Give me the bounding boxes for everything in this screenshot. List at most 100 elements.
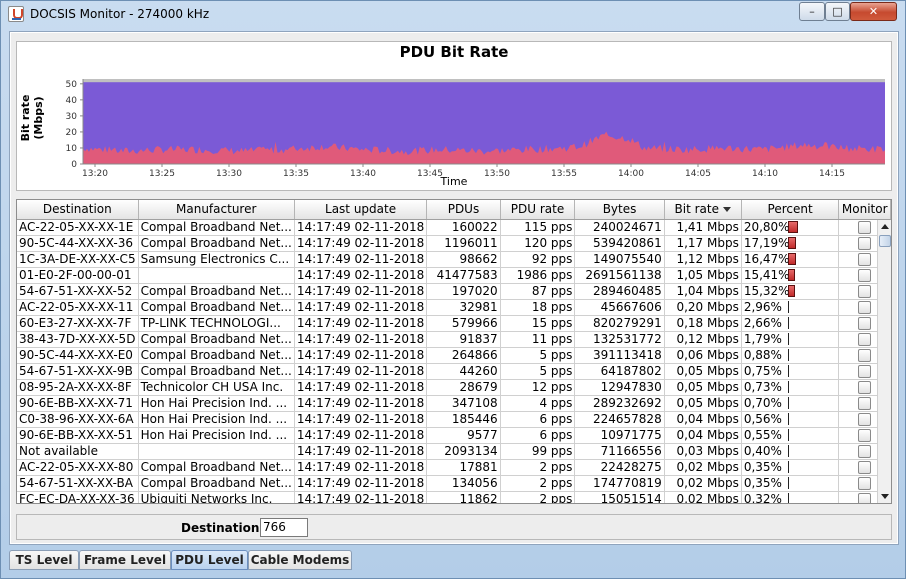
- table-row[interactable]: AC-22-05-XX-XX-80 Compal Broadband Net...…: [17, 459, 891, 476]
- monitor-checkbox[interactable]: [858, 220, 872, 234]
- tab-pdu-level[interactable]: PDU Level: [171, 550, 248, 570]
- monitor-checkbox[interactable]: [858, 284, 872, 298]
- cell-manufacturer: [138, 267, 295, 284]
- table-row[interactable]: AC-22-05-XX-XX-1E Compal Broadband Net...…: [17, 219, 891, 236]
- percent-bar: [787, 349, 789, 361]
- cell-percent: 0,56%: [741, 411, 840, 428]
- table-row[interactable]: 90-5C-44-XX-XX-36 Compal Broadband Net...…: [17, 235, 891, 252]
- tab-frame-level[interactable]: Frame Level: [79, 550, 171, 570]
- scroll-down-arrow-icon[interactable]: [878, 490, 891, 503]
- monitor-checkbox[interactable]: [858, 396, 872, 410]
- tab-cable-modems[interactable]: Cable Modems: [248, 550, 352, 570]
- monitor-checkbox[interactable]: [858, 460, 872, 474]
- table-row[interactable]: 1C-3A-DE-XX-XX-C5 Samsung Electronics C..…: [17, 251, 891, 268]
- cell-pdus: 197020: [426, 283, 501, 300]
- cell-manufacturer: Samsung Electronics C...: [138, 251, 295, 268]
- column-header-last-update[interactable]: Last update: [294, 200, 428, 220]
- cell-bit-rate: 0,05 Mbps: [664, 379, 742, 396]
- monitor-checkbox[interactable]: [858, 348, 872, 362]
- table-row[interactable]: 60-E3-27-XX-XX-7F TP-LINK TECHNOLOGI... 14…: [17, 315, 891, 332]
- cell-bytes: 45667606: [574, 299, 665, 316]
- column-header-bytes[interactable]: Bytes: [574, 200, 665, 220]
- monitor-checkbox[interactable]: [858, 300, 872, 314]
- monitor-checkbox[interactable]: [858, 444, 872, 458]
- cell-bit-rate: 1,17 Mbps: [664, 235, 742, 252]
- cell-bytes: 2691561138: [574, 267, 665, 284]
- vertical-scrollbar[interactable]: [877, 220, 891, 503]
- cell-manufacturer: Compal Broadband Net...: [138, 363, 295, 380]
- table-row[interactable]: AC-22-05-XX-XX-11 Compal Broadband Net...…: [17, 299, 891, 316]
- column-header-label: Monitor: [841, 202, 888, 217]
- monitor-checkbox[interactable]: [858, 332, 872, 346]
- column-header-percent[interactable]: Percent: [741, 200, 840, 220]
- monitor-checkbox[interactable]: [858, 428, 872, 442]
- cell-last-update: 14:17:49 02-11-2018: [294, 475, 428, 492]
- monitor-checkbox[interactable]: [858, 476, 872, 490]
- cell-last-update: 14:17:49 02-11-2018: [294, 235, 428, 252]
- table-row[interactable]: C0-38-96-XX-XX-6A Hon Hai Precision Ind. …: [17, 411, 891, 428]
- table-body: AC-22-05-XX-XX-1E Compal Broadband Net...…: [17, 219, 891, 503]
- percent-value: 0,55%: [743, 427, 782, 442]
- column-header-label: Bytes: [602, 202, 637, 217]
- cell-pdu-rate: 92 pps: [500, 251, 576, 268]
- cell-last-update: 14:17:49 02-11-2018: [294, 411, 428, 428]
- column-header-bit-rate[interactable]: Bit rate: [664, 200, 742, 220]
- percent-value: 15,32%: [743, 283, 790, 298]
- cell-pdus: 98662: [426, 251, 501, 268]
- percent-value: 0,56%: [743, 411, 782, 426]
- monitor-checkbox[interactable]: [858, 412, 872, 426]
- monitor-checkbox[interactable]: [858, 252, 872, 266]
- cell-last-update: 14:17:49 02-11-2018: [294, 283, 428, 300]
- table-row[interactable]: 54-67-51-XX-XX-BA Compal Broadband Net...…: [17, 475, 891, 492]
- cell-bytes: 240024671: [574, 219, 665, 236]
- cell-bit-rate: 0,02 Mbps: [664, 459, 742, 476]
- chart-title: PDU Bit Rate: [399, 43, 509, 61]
- destinations-label: Destinations:: [181, 521, 272, 535]
- table-row[interactable]: 54-67-51-XX-XX-52 Compal Broadband Net...…: [17, 283, 891, 300]
- table-row[interactable]: 38-43-7D-XX-XX-5D Compal Broadband Net...…: [17, 331, 891, 348]
- y-tick-label: 50: [66, 80, 78, 90]
- cell-destination: AC-22-05-XX-XX-1E: [17, 219, 139, 236]
- cell-last-update: 14:17:49 02-11-2018: [294, 315, 428, 332]
- table-row[interactable]: 90-6E-BB-XX-XX-51 Hon Hai Precision Ind. …: [17, 427, 891, 444]
- monitor-checkbox[interactable]: [858, 316, 872, 330]
- monitor-checkbox[interactable]: [858, 236, 872, 250]
- destinations-count-field[interactable]: 766: [260, 518, 308, 537]
- table-row[interactable]: FC-EC-DA-XX-XX-36 Ubiquiti Networks Inc. 1…: [17, 491, 891, 503]
- cell-bit-rate: 0,05 Mbps: [664, 363, 742, 380]
- column-header-monitor[interactable]: Monitor: [838, 200, 891, 220]
- monitor-checkbox[interactable]: [858, 380, 872, 394]
- tab-ts-level[interactable]: TS Level: [9, 550, 79, 570]
- percent-value: 15,41%: [743, 267, 790, 282]
- table-row[interactable]: 08-95-2A-XX-XX-8F Technicolor CH USA Inc.…: [17, 379, 891, 396]
- scroll-thumb[interactable]: [879, 235, 891, 247]
- column-header-label: PDU rate: [510, 202, 565, 217]
- table-row[interactable]: 90-5C-44-XX-XX-E0 Compal Broadband Net...…: [17, 347, 891, 364]
- table-row[interactable]: 90-6E-BB-XX-XX-71 Hon Hai Precision Ind. …: [17, 395, 891, 412]
- cell-destination: 54-67-51-XX-XX-BA: [17, 475, 139, 492]
- cell-manufacturer: Hon Hai Precision Ind. ...: [138, 411, 295, 428]
- cell-bytes: 64187802: [574, 363, 665, 380]
- monitor-checkbox[interactable]: [858, 364, 872, 378]
- minimize-button[interactable]: –: [799, 2, 825, 21]
- monitor-checkbox[interactable]: [858, 492, 872, 503]
- column-header-label: Percent: [767, 202, 813, 217]
- cell-percent: 0,35%: [741, 475, 840, 492]
- cell-pdus: 9577: [426, 427, 501, 444]
- close-button[interactable]: ✕: [850, 2, 897, 21]
- column-header-pdus[interactable]: PDUs: [426, 200, 501, 220]
- table-row[interactable]: 54-67-51-XX-XX-9B Compal Broadband Net...…: [17, 363, 891, 380]
- app-window: DOCSIS Monitor - 274000 kHz – □ ✕ PDU Bi…: [0, 0, 906, 579]
- monitor-checkbox[interactable]: [858, 268, 872, 282]
- scroll-up-arrow-icon[interactable]: [878, 220, 891, 234]
- maximize-button[interactable]: □: [825, 2, 850, 21]
- column-header-manufacturer[interactable]: Manufacturer: [138, 200, 295, 220]
- cell-destination: 38-43-7D-XX-XX-5D: [17, 331, 139, 348]
- y-tick-label: 10: [66, 144, 78, 154]
- table-row[interactable]: 01-E0-2F-00-00-01 14:17:49 02-11-2018 4147…: [17, 267, 891, 284]
- percent-bar: [787, 493, 789, 503]
- column-header-pdu-rate[interactable]: PDU rate: [500, 200, 576, 220]
- table-row[interactable]: Not available 14:17:49 02-11-2018 2093134 9…: [17, 443, 891, 460]
- title-bar[interactable]: DOCSIS Monitor - 274000 kHz – □ ✕: [1, 1, 905, 29]
- column-header-destination[interactable]: Destination: [17, 200, 139, 220]
